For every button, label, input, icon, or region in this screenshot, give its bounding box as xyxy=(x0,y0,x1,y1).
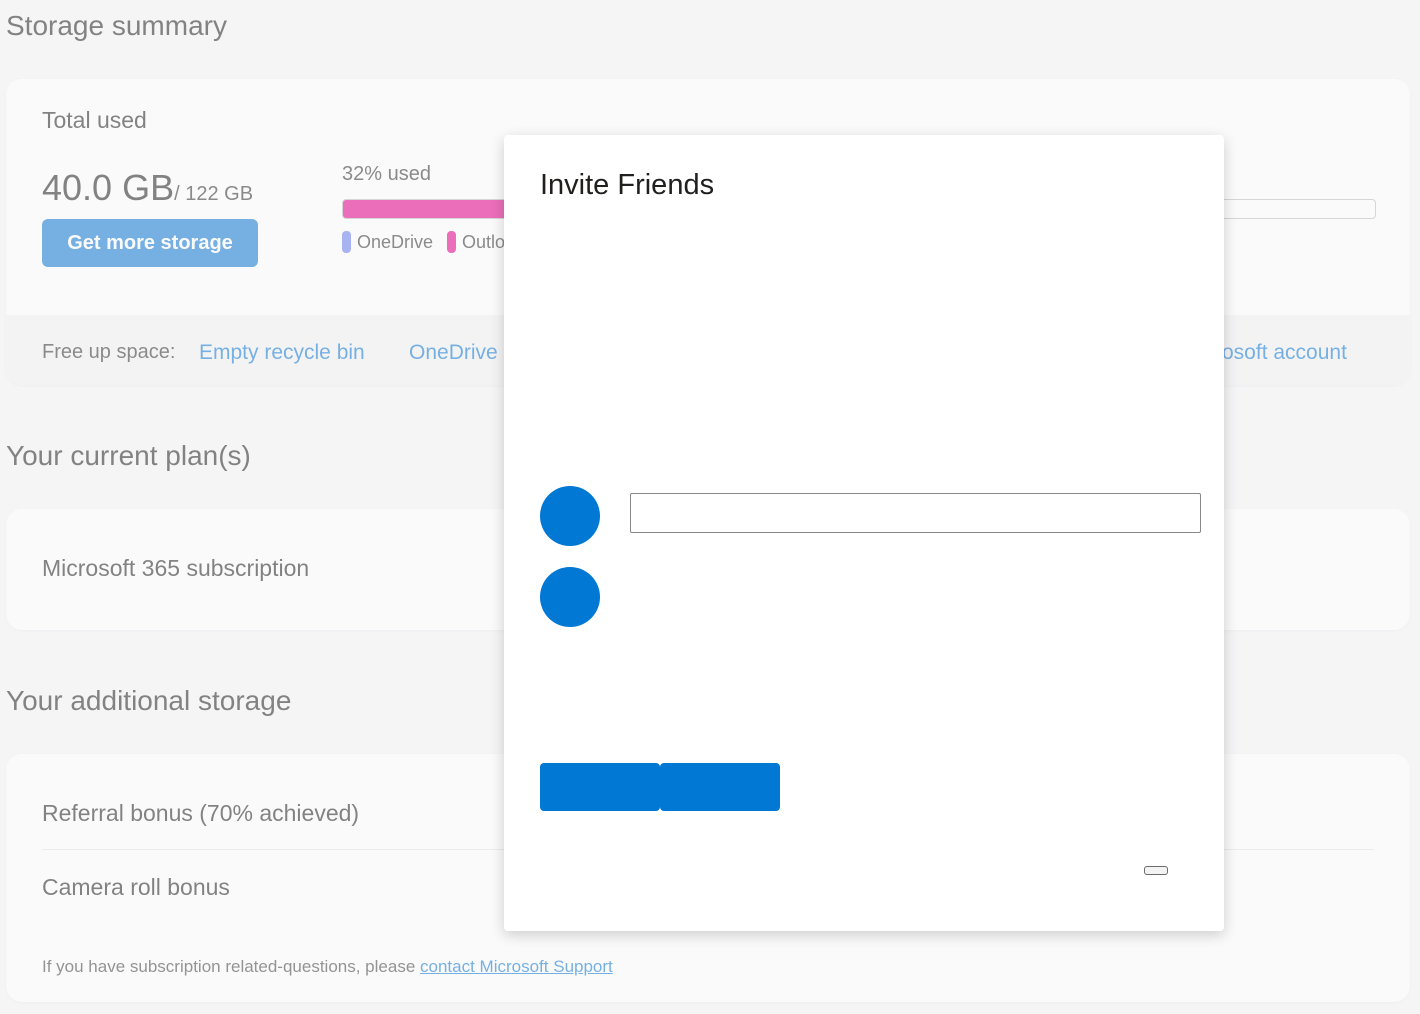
total-capacity: / 122 GB xyxy=(174,183,254,205)
free-up-space-label: Free up space: xyxy=(42,341,176,363)
footnote-text: If you have subscription related-questio… xyxy=(42,957,421,976)
onedrive-link[interactable]: OneDrive xyxy=(409,341,498,365)
legend-item-outlook: Outlo xyxy=(447,231,505,253)
total-used-label: Total used xyxy=(42,107,147,133)
avatar-icon xyxy=(540,486,600,546)
support-footnote: If you have subscription related-questio… xyxy=(42,957,613,977)
primary-action-button[interactable] xyxy=(540,763,660,811)
invite-friends-dialog: Invite Friends xyxy=(504,135,1224,931)
camera-roll-bonus-item: Camera roll bonus xyxy=(42,874,230,900)
invite-email-input[interactable] xyxy=(630,493,1201,533)
storage-summary-title: Storage summary xyxy=(6,10,227,41)
empty-recycle-bin-link[interactable]: Empty recycle bin xyxy=(199,341,365,365)
current-plan-title: Your current plan(s) xyxy=(6,440,251,471)
secondary-action-button[interactable] xyxy=(660,763,780,811)
additional-storage-title: Your additional storage xyxy=(6,685,292,716)
storage-legend: OneDrive Outlo xyxy=(342,231,505,253)
total-used-amount: 40.0 GB xyxy=(42,167,175,208)
microsoft-account-link[interactable]: osoft account xyxy=(1222,341,1347,365)
used-percent-label: 32% used xyxy=(342,163,431,185)
legend-item-onedrive: OneDrive xyxy=(342,231,433,253)
legend-swatch xyxy=(447,231,457,253)
page: Storage summary Total used 40.0 GB/ 122 … xyxy=(0,0,1420,1014)
small-toggle-button[interactable] xyxy=(1144,866,1168,875)
avatar-icon xyxy=(540,567,600,627)
legend-swatch xyxy=(342,231,351,253)
legend-label: Outlo xyxy=(462,231,506,252)
plan-name: Microsoft 365 subscription xyxy=(42,555,310,581)
referral-bonus-item: Referral bonus (70% achieved) xyxy=(42,800,360,826)
get-more-storage-button[interactable]: Get more storage xyxy=(42,219,258,267)
total-used-value: 40.0 GB/ 122 GB xyxy=(42,167,253,209)
contact-support-link[interactable]: contact Microsoft Support xyxy=(420,957,613,976)
dialog-title: Invite Friends xyxy=(540,169,715,201)
legend-label: OneDrive xyxy=(357,231,434,252)
